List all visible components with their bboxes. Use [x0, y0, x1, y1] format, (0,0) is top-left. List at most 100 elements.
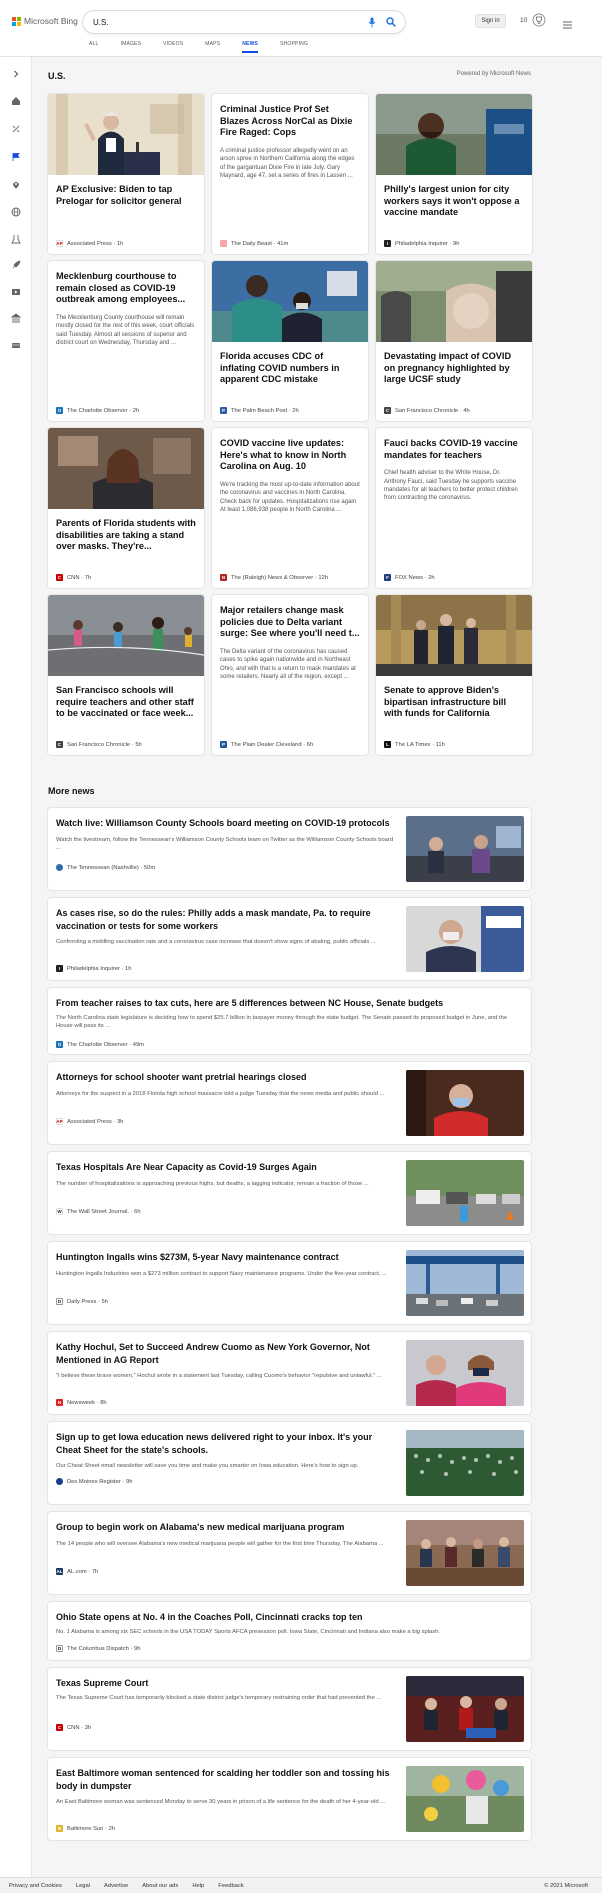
news-source[interactable]: Des Moines Register · 9h: [56, 1478, 132, 1485]
footer-link-about-ads[interactable]: About our ads: [142, 1883, 178, 1889]
card-title[interactable]: Criminal Justice Prof Set Blazes Across …: [212, 104, 368, 139]
news-list-item[interactable]: Sign up to get Iowa education news deliv…: [48, 1422, 531, 1504]
card-source[interactable]: C San Francisco Chronicle · 5h: [56, 741, 142, 748]
card-title[interactable]: Mecklenburg courthouse to remain closed …: [48, 271, 204, 306]
card-source[interactable]: P The Palm Beach Post · 2h: [220, 407, 299, 414]
card-source[interactable]: I Philadelphia Inquirer · 9h: [384, 240, 459, 247]
tab-maps[interactable]: MAPS: [205, 41, 220, 53]
news-source[interactable]: W The Wall Street Journal. · 6h: [56, 1208, 141, 1215]
footer-link-help[interactable]: Help: [192, 1883, 204, 1889]
news-title[interactable]: From teacher raises to tax cuts, here ar…: [56, 997, 516, 1010]
news-title[interactable]: Texas Supreme Court: [56, 1677, 396, 1690]
rewards-count[interactable]: 10: [520, 17, 527, 24]
news-card[interactable]: Major retailers change mask policies due…: [212, 595, 368, 755]
car-icon[interactable]: [10, 339, 22, 351]
news-title[interactable]: Ohio State opens at No. 4 in the Coaches…: [56, 1611, 516, 1624]
news-source[interactable]: AL AL.com · 7h: [56, 1568, 98, 1575]
rewards-trophy-icon[interactable]: [532, 13, 546, 27]
footer-link-feedback[interactable]: Feedback: [218, 1883, 243, 1889]
news-card[interactable]: Criminal Justice Prof Set Blazes Across …: [212, 94, 368, 254]
news-list-item[interactable]: Group to begin work on Alabama's new med…: [48, 1512, 531, 1594]
news-source[interactable]: B Baltimore Sun · 2h: [56, 1825, 115, 1832]
discover-icon[interactable]: [10, 123, 22, 135]
news-card[interactable]: Parents of Florida students with disabil…: [48, 428, 204, 588]
card-title[interactable]: Philly's largest union for city workers …: [376, 184, 532, 219]
news-card[interactable]: San Francisco schools will require teach…: [48, 595, 204, 755]
card-source[interactable]: L The LA Times · 11h: [384, 741, 445, 748]
news-title[interactable]: Attorneys for school shooter want pretri…: [56, 1071, 396, 1084]
news-card[interactable]: AP Exclusive: Biden to tap Prelogar for …: [48, 94, 204, 254]
microphone-icon[interactable]: [365, 16, 378, 29]
news-card[interactable]: Devastating impact of COVID on pregnancy…: [376, 261, 532, 421]
globe-icon[interactable]: [10, 206, 22, 218]
news-source[interactable]: D The Columbus Dispatch · 9h: [56, 1645, 140, 1652]
card-source[interactable]: C San Francisco Chronicle · 4h: [384, 407, 470, 414]
search-icon[interactable]: [384, 16, 397, 29]
news-list-item[interactable]: Attorneys for school shooter want pretri…: [48, 1062, 531, 1144]
card-source[interactable]: The Daily Beast · 41m: [220, 240, 288, 247]
news-card[interactable]: Mecklenburg courthouse to remain closed …: [48, 261, 204, 421]
card-title[interactable]: Florida accuses CDC of inflating COVID n…: [212, 351, 368, 386]
sign-in-button[interactable]: Sign in: [475, 14, 506, 28]
card-source[interactable]: O The Charlotte Observer · 2h: [56, 407, 139, 414]
news-list-item[interactable]: Kathy Hochul, Set to Succeed Andrew Cuom…: [48, 1332, 531, 1414]
footer-link-advertise[interactable]: Advertise: [104, 1883, 128, 1889]
news-source[interactable]: AP Associated Press · 3h: [56, 1118, 123, 1125]
news-card[interactable]: Philly's largest union for city workers …: [376, 94, 532, 254]
home-icon[interactable]: [10, 95, 22, 107]
entertainment-icon[interactable]: [10, 286, 22, 298]
news-card[interactable]: Florida accuses CDC of inflating COVID n…: [212, 261, 368, 421]
news-source[interactable]: C CNN · 3h: [56, 1724, 91, 1731]
card-title[interactable]: Parents of Florida students with disabil…: [48, 518, 204, 553]
news-title[interactable]: Texas Hospitals Are Near Capacity as Cov…: [56, 1161, 396, 1174]
card-source[interactable]: N The (Raleigh) News & Observer · 12h: [220, 574, 328, 581]
news-list-item[interactable]: Ohio State opens at No. 4 in the Coaches…: [48, 1602, 531, 1660]
news-source[interactable]: D Daily Press · 5h: [56, 1298, 108, 1305]
card-source[interactable]: AP Associated Press · 1h: [56, 240, 123, 247]
news-list-item[interactable]: East Baltimore woman sentenced for scald…: [48, 1758, 531, 1840]
search-box[interactable]: [83, 11, 405, 33]
hamburger-menu-icon[interactable]: [563, 16, 572, 29]
news-title[interactable]: As cases rise, so do the rules: Philly a…: [56, 907, 396, 932]
tab-shopping[interactable]: SHOPPING: [280, 41, 308, 53]
card-title[interactable]: Major retailers change mask policies due…: [212, 605, 368, 640]
news-list-item[interactable]: Texas Supreme Court The Texas Supreme Co…: [48, 1668, 531, 1750]
flag-icon[interactable]: [10, 151, 22, 163]
footer-link-legal[interactable]: Legal: [76, 1883, 90, 1889]
card-source[interactable]: P The Plain Dealer Cleveland · 6h: [220, 741, 313, 748]
tab-news[interactable]: NEWS: [242, 41, 258, 53]
news-title[interactable]: Watch live: Williamson County Schools bo…: [56, 817, 396, 830]
card-title[interactable]: COVID vaccine live updates: Here's what …: [212, 438, 368, 473]
news-source[interactable]: N Newsweek · 8h: [56, 1399, 107, 1406]
card-source[interactable]: F FOX News · 2h: [384, 574, 435, 581]
news-list-item[interactable]: From teacher raises to tax cuts, here ar…: [48, 988, 531, 1054]
news-source[interactable]: O The Charlotte Observer · 49m: [56, 1041, 144, 1048]
tab-videos[interactable]: VIDEOS: [163, 41, 183, 53]
news-card[interactable]: Senate to approve Biden's bipartisan inf…: [376, 595, 532, 755]
bing-logo[interactable]: Microsoft Bing: [12, 14, 78, 28]
news-list-item[interactable]: Texas Hospitals Are Near Capacity as Cov…: [48, 1152, 531, 1234]
rocket-icon[interactable]: [10, 259, 22, 271]
science-icon[interactable]: [10, 233, 22, 245]
news-title[interactable]: Sign up to get Iowa education news deliv…: [56, 1431, 396, 1456]
card-title[interactable]: Senate to approve Biden's bipartisan inf…: [376, 685, 532, 720]
news-source[interactable]: I Philadelphia Inquirer · 1h: [56, 965, 131, 972]
card-source[interactable]: C CNN · 7h: [56, 574, 91, 581]
news-list-item[interactable]: Huntington Ingalls wins $273M, 5-year Na…: [48, 1242, 531, 1324]
news-title[interactable]: Group to begin work on Alabama's new med…: [56, 1521, 396, 1534]
tab-all[interactable]: ALL: [89, 41, 99, 53]
chevron-right-icon[interactable]: [10, 68, 22, 80]
tab-images[interactable]: IMAGES: [121, 41, 142, 53]
news-title[interactable]: East Baltimore woman sentenced for scald…: [56, 1767, 396, 1792]
search-input[interactable]: [93, 17, 359, 27]
card-title[interactable]: Devastating impact of COVID on pregnancy…: [376, 351, 532, 386]
news-source[interactable]: The Tennessean (Nashville) · 50m: [56, 864, 155, 871]
card-title[interactable]: AP Exclusive: Biden to tap Prelogar for …: [48, 184, 204, 207]
card-title[interactable]: Fauci backs COVID-19 vaccine mandates fo…: [376, 438, 532, 461]
news-title[interactable]: Kathy Hochul, Set to Succeed Andrew Cuom…: [56, 1341, 396, 1366]
news-card[interactable]: COVID vaccine live updates: Here's what …: [212, 428, 368, 588]
location-pin-icon[interactable]: [10, 179, 22, 191]
news-list-item[interactable]: As cases rise, so do the rules: Philly a…: [48, 898, 531, 980]
news-title[interactable]: Huntington Ingalls wins $273M, 5-year Na…: [56, 1251, 396, 1264]
news-card[interactable]: Fauci backs COVID-19 vaccine mandates fo…: [376, 428, 532, 588]
